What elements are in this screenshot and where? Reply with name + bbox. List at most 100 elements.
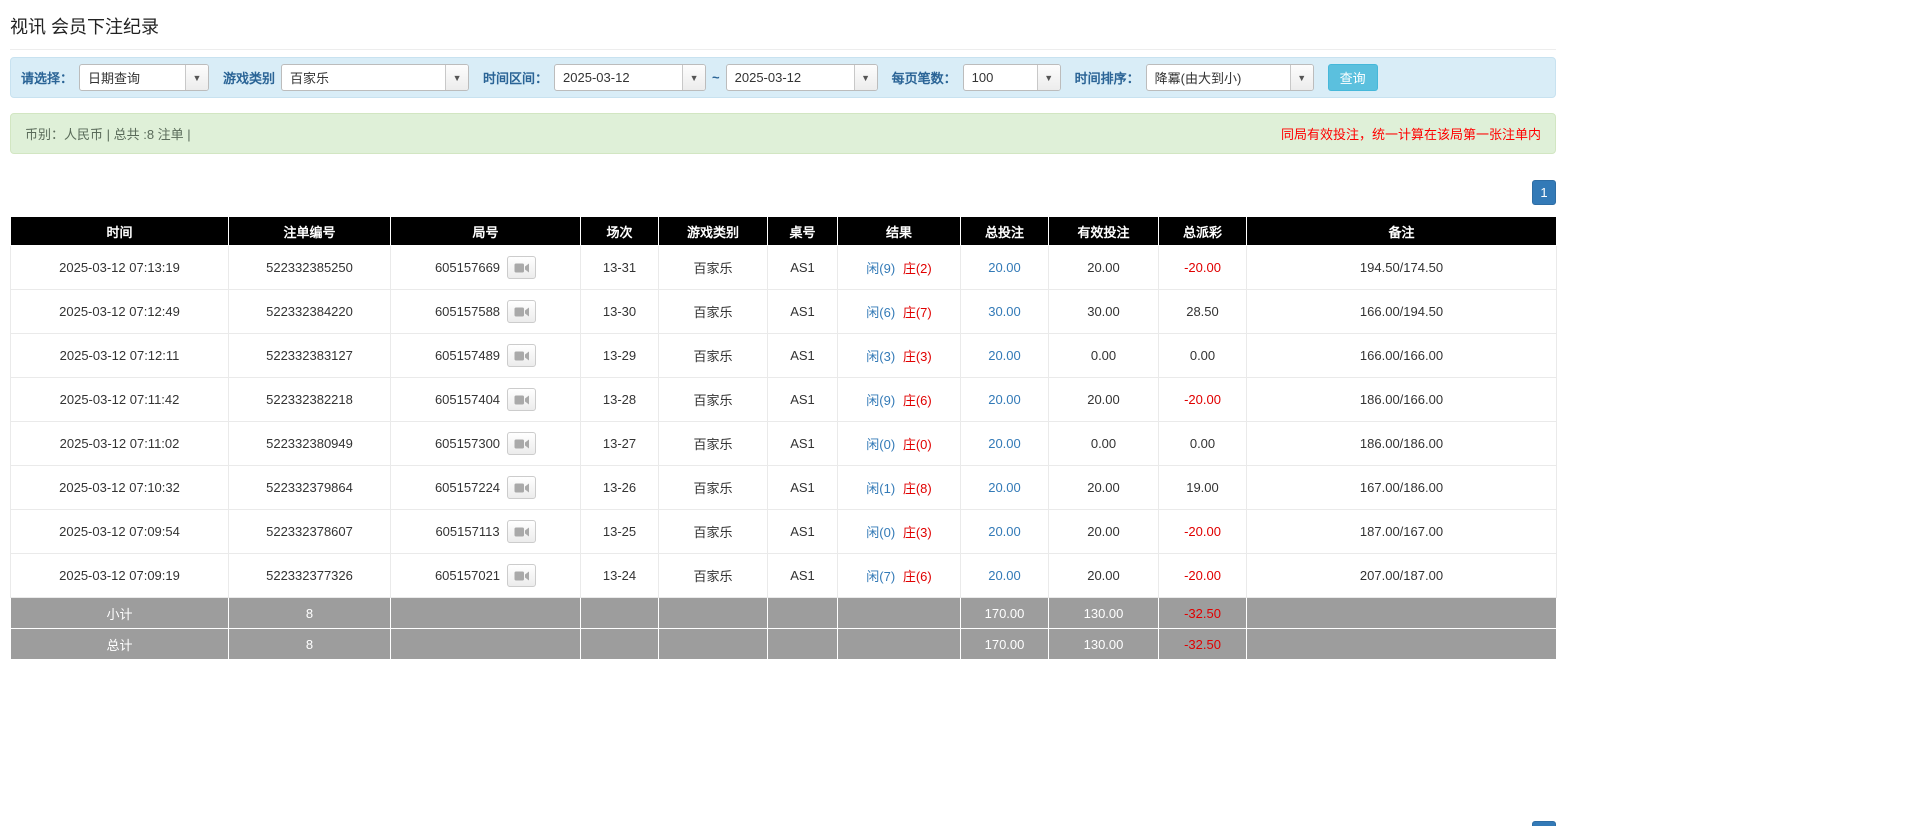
query-type-select[interactable]: 日期查询 ▼ (79, 64, 210, 91)
video-replay-button[interactable] (507, 256, 537, 279)
page-1-button[interactable]: 1 (1532, 180, 1556, 205)
total-bet-link[interactable]: 20.00 (988, 436, 1021, 451)
video-camera-icon (514, 263, 530, 272)
cell-session: 13-28 (580, 377, 659, 422)
chevron-down-icon[interactable]: ▼ (185, 65, 209, 90)
video-replay-button[interactable] (507, 476, 537, 499)
bet-records-table: 时间 注单编号 局号 场次 游戏类别 桌号 结果 总投注 有效投注 总派彩 备注… (10, 216, 1557, 660)
cell-time: 2025-03-12 07:09:54 (10, 509, 229, 554)
cell-result: 闲(6) 庄(7) (837, 289, 961, 334)
video-replay-button[interactable] (507, 432, 537, 455)
page-size-select[interactable]: 100 ▼ (962, 64, 1061, 91)
total-bet-link[interactable]: 20.00 (988, 348, 1021, 363)
round-id-text: 605157021 (434, 568, 501, 583)
cell-session: 13-27 (580, 421, 659, 466)
video-replay-button[interactable] (507, 388, 537, 411)
result-banker: 庄(6) (902, 393, 932, 408)
game-type-value: 百家乐 (290, 71, 330, 86)
subtotal-count: 8 (228, 597, 391, 629)
round-id-text: 605157113 (435, 524, 500, 539)
pagination-bottom: 1 (10, 821, 1556, 826)
video-replay-button[interactable] (507, 344, 537, 367)
header-time: 时间 (10, 216, 229, 246)
game-type-label: 游戏类别 (223, 71, 276, 86)
query-type-group: 请选择： 日期查询 ▼ (21, 64, 210, 91)
cell-bet-id: 522332384220 (228, 289, 391, 334)
pagination-top: 1 (10, 180, 1556, 205)
video-replay-button[interactable] (506, 520, 536, 543)
video-replay-button[interactable] (507, 564, 537, 587)
cell-round-id: 605157300 (390, 421, 581, 466)
cell-table-id: AS1 (767, 245, 838, 290)
cell-session: 13-25 (580, 509, 659, 554)
total-label: 总计 (10, 628, 229, 660)
cell-result: 闲(7) 庄(6) (837, 553, 961, 598)
page-1-button-bottom[interactable]: 1 (1532, 821, 1556, 826)
cell-game-type: 百家乐 (658, 333, 768, 378)
total-bet-link[interactable]: 20.00 (988, 568, 1021, 583)
header-result: 结果 (837, 216, 961, 246)
result-banker: 庄(8) (902, 481, 932, 496)
cell-session: 13-26 (580, 465, 659, 510)
chevron-down-icon[interactable]: ▼ (682, 65, 706, 90)
video-camera-icon (514, 571, 530, 580)
round-id-text: 605157224 (434, 480, 501, 495)
video-camera-icon (514, 307, 530, 316)
cell-bet-id: 522332383127 (228, 333, 391, 378)
cell-round-id: 605157113 (390, 509, 581, 554)
cell-payout: -20.00 (1158, 377, 1247, 422)
cell-payout: 28.50 (1158, 289, 1247, 334)
header-session: 场次 (580, 216, 659, 246)
chevron-down-icon[interactable]: ▼ (1289, 65, 1313, 90)
cell-valid-bet: 20.00 (1048, 245, 1159, 290)
video-camera-icon (514, 351, 530, 360)
cell-valid-bet: 20.00 (1048, 509, 1159, 554)
header-valid-bet: 有效投注 (1048, 216, 1159, 246)
date-to-select[interactable]: 2025-03-12 ▼ (725, 64, 878, 91)
cell-bet-id: 522332382218 (228, 377, 391, 422)
sort-value: 降冪(由大到小) (1154, 71, 1242, 86)
subtotal-empty-game (658, 597, 768, 629)
cell-valid-bet: 20.00 (1048, 465, 1159, 510)
summary-currency-info: 币别：人民币 | 总共 :8 注单 | (25, 127, 191, 142)
cell-game-type: 百家乐 (658, 509, 768, 554)
chevron-down-icon[interactable]: ▼ (853, 65, 877, 90)
game-type-select[interactable]: 百家乐 ▼ (281, 64, 470, 91)
chevron-down-icon[interactable]: ▼ (445, 65, 469, 90)
cell-round-id: 605157489 (390, 333, 581, 378)
search-button[interactable]: 查询 (1327, 64, 1378, 91)
cell-remark: 166.00/166.00 (1246, 333, 1557, 378)
cell-remark: 187.00/167.00 (1246, 509, 1557, 554)
cell-remark: 207.00/187.00 (1246, 553, 1557, 598)
result-player: 闲(0) (866, 437, 896, 452)
cell-round-id: 605157224 (390, 465, 581, 510)
time-range-label: 时间区间： (483, 71, 549, 86)
total-bet-link[interactable]: 20.00 (988, 260, 1021, 275)
total-empty-remark (1246, 628, 1557, 660)
total-bet-link[interactable]: 20.00 (988, 480, 1021, 495)
total-bet-link[interactable]: 30.00 (988, 304, 1021, 319)
total-bet-link[interactable]: 20.00 (988, 392, 1021, 407)
header-table-id: 桌号 (767, 216, 838, 246)
cell-round-id: 605157669 (390, 245, 581, 290)
cell-round-id: 605157404 (390, 377, 581, 422)
cell-game-type: 百家乐 (658, 465, 768, 510)
cell-total-bet: 20.00 (960, 509, 1049, 554)
header-total-bet: 总投注 (960, 216, 1049, 246)
result-player: 闲(0) (866, 525, 896, 540)
query-type-value: 日期查询 (88, 71, 141, 86)
result-player: 闲(7) (866, 569, 896, 584)
date-from-select[interactable]: 2025-03-12 ▼ (554, 64, 707, 91)
sort-select[interactable]: 降冪(由大到小) ▼ (1145, 64, 1314, 91)
page-size-label: 每页笔数： (891, 71, 957, 86)
video-camera-icon (514, 527, 529, 536)
video-replay-button[interactable] (507, 300, 537, 323)
total-empty-result (837, 628, 961, 660)
total-bet-link[interactable]: 20.00 (988, 524, 1021, 539)
cell-bet-id: 522332379864 (228, 465, 391, 510)
chevron-down-icon[interactable]: ▼ (1036, 65, 1060, 90)
summary-bar: 币别：人民币 | 总共 :8 注单 | 同局有效投注，统一计算在该局第一张注单内 (10, 113, 1556, 154)
cell-total-bet: 20.00 (960, 333, 1049, 378)
cell-result: 闲(9) 庄(2) (837, 245, 961, 290)
filter-bar: 请选择： 日期查询 ▼ 游戏类别 百家乐 ▼ 时间区间： 2025-03-12 … (10, 57, 1556, 98)
